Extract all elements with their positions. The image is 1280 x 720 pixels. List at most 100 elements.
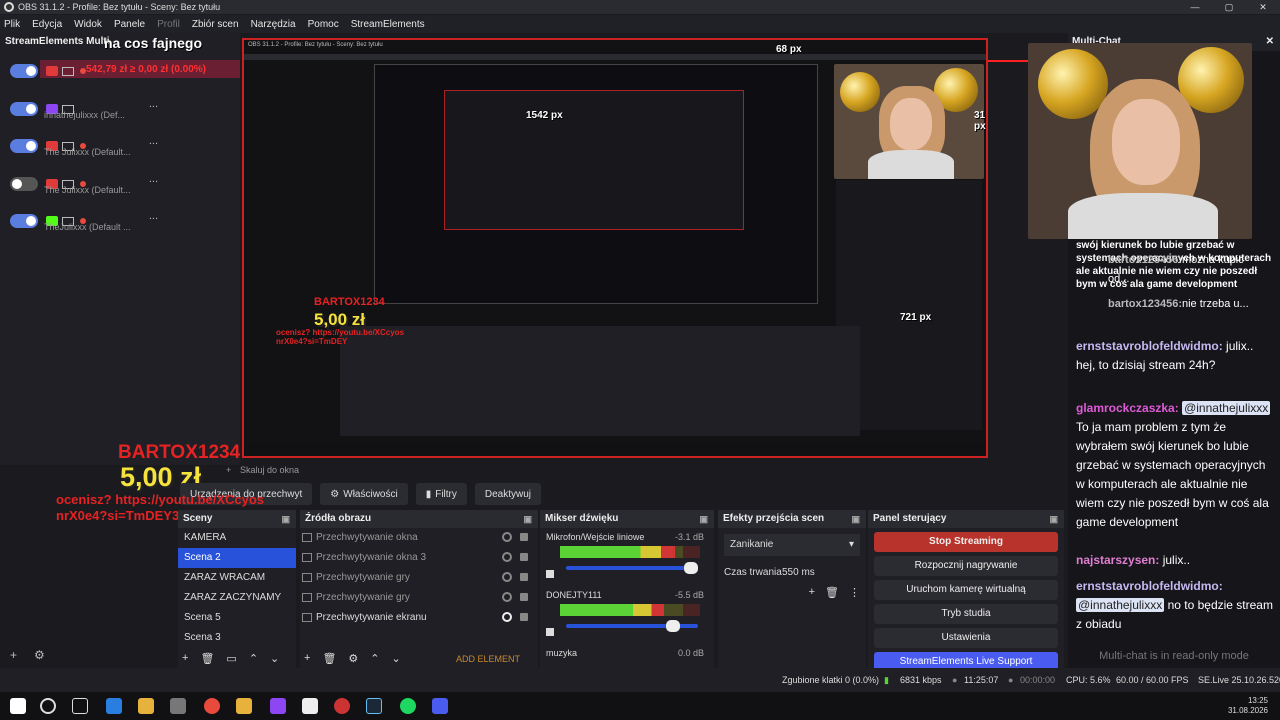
add-element-button[interactable]: ADD ELEMENT bbox=[456, 654, 520, 664]
account-row[interactable] bbox=[10, 58, 240, 84]
volume-slider[interactable] bbox=[566, 562, 698, 574]
maximize-button[interactable]: ▢ bbox=[1212, 0, 1246, 14]
close-button[interactable]: ✕ bbox=[1246, 0, 1280, 14]
account-toggle[interactable] bbox=[10, 64, 38, 78]
menu-zbior-scen[interactable]: Zbiór scen bbox=[192, 19, 239, 30]
account-row[interactable]: TheJulixxx (Default ... ... bbox=[10, 208, 240, 234]
source-item[interactable]: Przechwytywanie ekranu bbox=[300, 608, 538, 628]
windows-start-icon[interactable] bbox=[10, 698, 26, 714]
account-toggle[interactable] bbox=[10, 102, 38, 116]
chat-mention[interactable]: @innathejulixxx bbox=[1182, 401, 1271, 415]
scene-item[interactable]: ZARAZ ZACZYNAMY bbox=[178, 588, 296, 608]
more-icon[interactable]: ... bbox=[149, 173, 158, 185]
account-row[interactable]: The Julixxx (Default... ... bbox=[10, 171, 240, 197]
scene-item[interactable]: KAMERA bbox=[178, 528, 296, 548]
menu-widok[interactable]: Widok bbox=[74, 19, 102, 30]
panel-menu-icon[interactable]: ▣ bbox=[851, 510, 860, 528]
spotify-icon[interactable] bbox=[400, 698, 416, 714]
close-icon[interactable]: ✕ bbox=[1266, 33, 1274, 51]
lock-icon[interactable] bbox=[520, 533, 528, 541]
slider-knob[interactable] bbox=[666, 620, 680, 632]
chrome-icon[interactable] bbox=[204, 698, 220, 714]
source-item[interactable]: Przechwytywanie okna 3 bbox=[300, 548, 538, 568]
account-toggle[interactable] bbox=[10, 214, 38, 228]
record-button[interactable]: Rozpocznij nagrywanie bbox=[874, 556, 1058, 576]
source-item[interactable]: Przechwytywanie gry bbox=[300, 588, 538, 608]
properties-button[interactable]: ⚙ Właściwości bbox=[320, 483, 408, 505]
scene-item[interactable]: Scena 5 bbox=[178, 608, 296, 628]
search-icon[interactable] bbox=[40, 698, 56, 714]
edge-icon[interactable] bbox=[106, 698, 122, 714]
add-icon[interactable]: + bbox=[809, 586, 815, 599]
account-toggle[interactable] bbox=[10, 139, 38, 153]
duration-input[interactable]: 550 ms bbox=[782, 562, 815, 584]
eye-hidden-icon[interactable] bbox=[502, 552, 512, 562]
deactivate-button[interactable]: Deaktywuj bbox=[474, 483, 542, 505]
minimize-button[interactable]: — bbox=[1178, 0, 1212, 14]
account-toggle[interactable] bbox=[10, 177, 38, 191]
slider-knob[interactable] bbox=[684, 562, 698, 574]
speaker-icon[interactable] bbox=[546, 570, 554, 578]
dock-add-icon[interactable]: + bbox=[10, 648, 17, 662]
eye-hidden-icon[interactable] bbox=[502, 572, 512, 582]
scene-item[interactable]: Scena 2 bbox=[178, 548, 296, 568]
add-scene-icon[interactable]: + bbox=[182, 652, 188, 664]
volume-slider[interactable] bbox=[566, 620, 698, 632]
eye-hidden-icon[interactable] bbox=[502, 532, 512, 542]
panel-menu-icon[interactable]: ▣ bbox=[523, 510, 532, 528]
settings-button[interactable]: Ustawienia bbox=[874, 628, 1058, 648]
add-source-icon[interactable]: + bbox=[304, 652, 310, 664]
chat-mention[interactable]: @innathejulixxx bbox=[1076, 598, 1165, 612]
source-item[interactable]: Przechwytywanie okna bbox=[300, 528, 538, 548]
up-icon[interactable]: ⌃ bbox=[370, 652, 379, 665]
menu-profil[interactable]: Profil bbox=[157, 19, 180, 30]
trash-icon[interactable]: 🗑 bbox=[825, 586, 839, 599]
app-icon[interactable] bbox=[236, 698, 252, 714]
add-source-icon[interactable]: + bbox=[226, 465, 231, 475]
app-icon[interactable] bbox=[432, 698, 448, 714]
gear-icon[interactable]: ⚙ bbox=[348, 652, 358, 665]
menu-narzedzia[interactable]: Narzędzia bbox=[251, 19, 296, 30]
folder-icon[interactable] bbox=[138, 698, 154, 714]
more-icon[interactable]: ... bbox=[149, 210, 158, 222]
system-clock[interactable]: 13:25 31.08.2026 bbox=[1228, 696, 1268, 716]
lock-icon[interactable] bbox=[520, 593, 528, 601]
eye-icon[interactable] bbox=[502, 612, 512, 622]
task-view-icon[interactable] bbox=[72, 698, 88, 714]
more-icon[interactable]: ... bbox=[149, 98, 158, 110]
down-icon[interactable]: ⌄ bbox=[270, 652, 279, 665]
panel-menu-icon[interactable]: ▣ bbox=[1049, 510, 1058, 528]
more-icon[interactable]: ... bbox=[149, 135, 158, 147]
scene-item[interactable]: Scena 3 bbox=[178, 628, 296, 648]
app-icon[interactable] bbox=[170, 698, 186, 714]
virtual-camera-button[interactable]: Uruchom kamerę wirtualną bbox=[874, 580, 1058, 600]
scene-item[interactable]: ZARAZ WRACAM bbox=[178, 568, 296, 588]
steam-icon[interactable] bbox=[366, 698, 382, 714]
app-icon[interactable] bbox=[270, 698, 286, 714]
lock-icon[interactable] bbox=[520, 613, 528, 621]
app-icon[interactable] bbox=[302, 698, 318, 714]
app-icon[interactable] bbox=[334, 698, 350, 714]
gear-icon[interactable]: ⚙ bbox=[34, 648, 45, 662]
up-icon[interactable]: ⌃ bbox=[249, 652, 258, 665]
menu-pomoc[interactable]: Pomoc bbox=[308, 19, 339, 30]
filter-icon[interactable]: ▭ bbox=[226, 652, 236, 665]
preview-canvas[interactable]: OBS 31.1.2 - Profile: Bez tytułu - Sceny… bbox=[242, 38, 988, 458]
lock-icon[interactable] bbox=[520, 573, 528, 581]
menu-panele[interactable]: Panele bbox=[114, 19, 145, 30]
panel-menu-icon[interactable]: ▣ bbox=[281, 510, 290, 528]
account-row[interactable]: innathejulixxx (Def... ... bbox=[10, 96, 240, 122]
account-row[interactable]: The Julixxx (Default... ... bbox=[10, 133, 240, 159]
transition-select[interactable]: Zanikanie ▾ bbox=[724, 534, 860, 556]
filters-button[interactable]: ▮ Filtry bbox=[415, 483, 467, 505]
down-icon[interactable]: ⌄ bbox=[392, 652, 401, 665]
trash-icon[interactable]: 🗑 bbox=[322, 652, 336, 665]
more-icon[interactable]: ⋮ bbox=[849, 586, 860, 599]
menu-plik[interactable]: Plik bbox=[4, 19, 20, 30]
scale-dropdown[interactable]: Skaluj do okna bbox=[240, 465, 299, 475]
studio-mode-button[interactable]: Tryb studia bbox=[874, 604, 1058, 624]
eye-hidden-icon[interactable] bbox=[502, 592, 512, 602]
panel-menu-icon[interactable]: ▣ bbox=[699, 510, 708, 528]
menu-streamelements[interactable]: StreamElements bbox=[351, 19, 425, 30]
source-item[interactable]: Przechwytywanie gry bbox=[300, 568, 538, 588]
